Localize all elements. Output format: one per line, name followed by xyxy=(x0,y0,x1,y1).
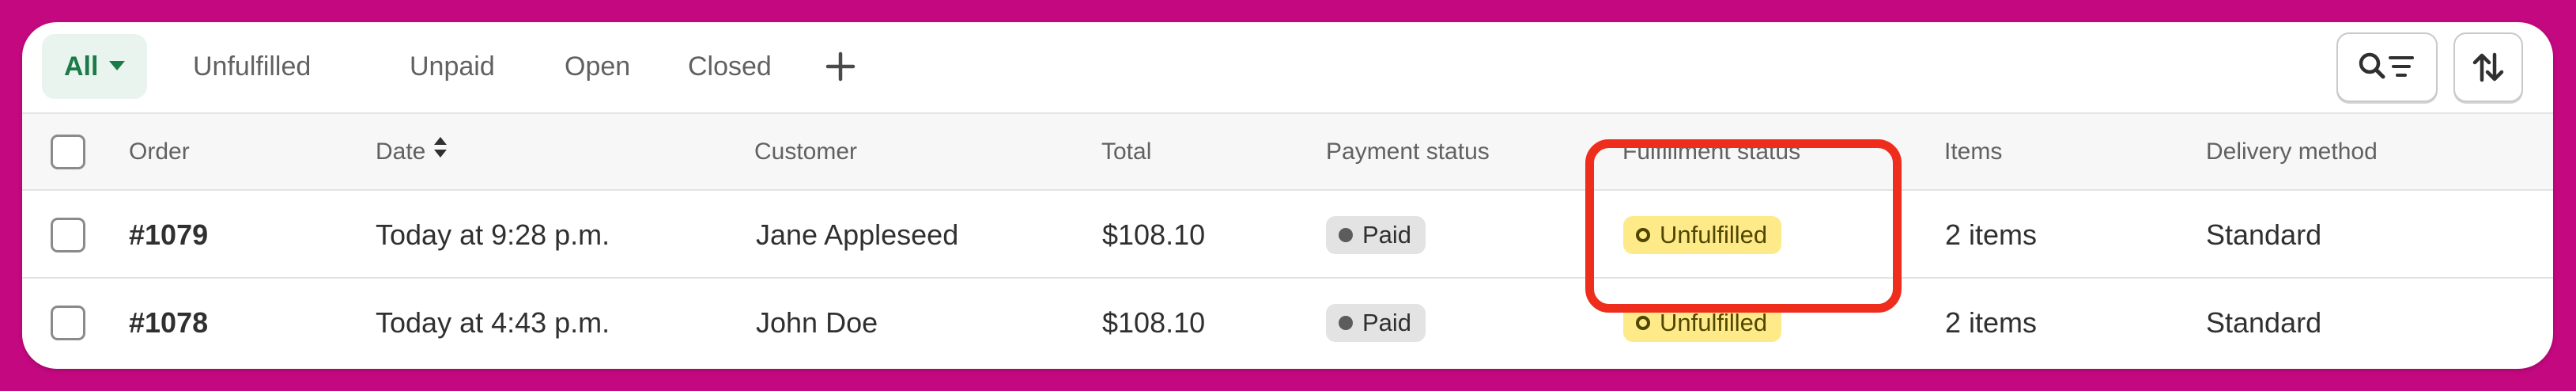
table-row[interactable]: #1078 Today at 4:43 p.m. John Doe $108.1… xyxy=(22,279,2553,366)
status-ring-icon xyxy=(1636,315,1650,330)
tab-label: All xyxy=(64,51,99,82)
tab-label: Unfulfilled xyxy=(193,51,312,82)
tab-all[interactable]: All xyxy=(42,34,148,99)
fulfillment-status-label: Unfulfilled xyxy=(1660,221,1768,249)
status-dot-icon xyxy=(1339,315,1353,330)
fulfillment-status-badge: Unfulfilled xyxy=(1623,304,1782,342)
plus-icon xyxy=(825,51,856,82)
delivery-method: Standard xyxy=(2206,306,2322,339)
item-count: 2 items xyxy=(1945,306,2038,339)
delivery-method: Standard xyxy=(2206,218,2322,251)
payment-status-badge: Paid xyxy=(1326,304,1426,342)
search-filter-button[interactable] xyxy=(2336,32,2438,102)
column-customer[interactable]: Customer xyxy=(754,114,857,189)
column-date-label: Date xyxy=(376,139,426,165)
column-total[interactable]: Total xyxy=(1101,114,1151,189)
order-date: Today at 9:28 p.m. xyxy=(376,218,610,251)
column-order[interactable]: Order xyxy=(129,114,190,189)
orders-card: All Unfulfilled Unpaid Open Closed Order… xyxy=(22,22,2553,369)
payment-status-label: Paid xyxy=(1362,309,1412,336)
tab-open[interactable]: Open xyxy=(547,34,648,99)
order-date: Today at 4:43 p.m. xyxy=(376,306,610,339)
row-checkbox[interactable] xyxy=(51,218,85,252)
column-payment-status[interactable]: Payment status xyxy=(1326,114,1490,189)
fulfillment-status-badge: Unfulfilled xyxy=(1623,216,1782,254)
tab-unpaid[interactable]: Unpaid xyxy=(392,34,512,99)
column-delivery-method[interactable]: Delivery method xyxy=(2206,114,2378,189)
tab-closed[interactable]: Closed xyxy=(670,34,789,99)
table-row[interactable]: #1079 Today at 9:28 p.m. Jane Appleseed … xyxy=(22,191,2553,279)
customer-name: Jane Appleseed xyxy=(756,218,959,251)
order-total: $108.10 xyxy=(1102,306,1206,339)
add-view-button[interactable] xyxy=(813,36,868,97)
payment-status-label: Paid xyxy=(1362,221,1412,249)
select-all-checkbox[interactable] xyxy=(51,135,85,169)
tab-unfulfilled[interactable]: Unfulfilled xyxy=(176,34,328,99)
tab-label: Unpaid xyxy=(410,51,495,82)
status-ring-icon xyxy=(1636,227,1650,242)
column-date[interactable]: Date xyxy=(376,114,448,191)
column-fulfillment-status[interactable]: Fulfillment status xyxy=(1622,114,1800,189)
order-view-tabs: All Unfulfilled Unpaid Open Closed xyxy=(22,22,2553,114)
search-filter-icon xyxy=(2359,52,2414,79)
fulfillment-status-label: Unfulfilled xyxy=(1660,309,1768,336)
sort-arrows-icon xyxy=(2472,52,2504,82)
column-items[interactable]: Items xyxy=(1944,114,2002,189)
sort-button[interactable] xyxy=(2453,32,2523,102)
row-checkbox[interactable] xyxy=(51,306,85,340)
tab-label: Open xyxy=(565,51,631,82)
order-number[interactable]: #1079 xyxy=(129,191,208,279)
customer-name: John Doe xyxy=(756,306,878,339)
payment-status-badge: Paid xyxy=(1326,216,1426,254)
sort-caret-icon xyxy=(433,114,448,189)
table-header: Order Date Customer Total Payment status… xyxy=(22,114,2553,191)
order-total: $108.10 xyxy=(1102,218,1206,251)
caret-down-icon xyxy=(109,61,126,71)
status-dot-icon xyxy=(1339,227,1353,242)
tab-label: Closed xyxy=(688,51,772,82)
item-count: 2 items xyxy=(1945,218,2038,251)
order-number[interactable]: #1078 xyxy=(129,279,208,366)
